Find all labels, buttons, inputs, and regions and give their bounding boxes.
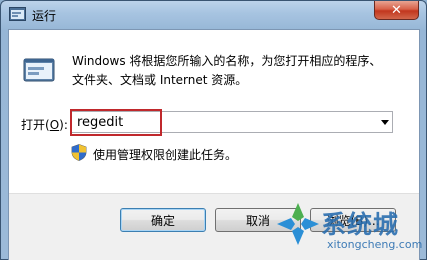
ok-button[interactable]: 确定 [120, 208, 206, 232]
run-dialog-window: 运行 ✕ Windows 将根据您所输入的名称，为您打开相应的程序、 文件夹、文… [0, 0, 427, 260]
close-button[interactable]: ✕ [374, 1, 419, 20]
watermark-site: xitongcheng.com [327, 238, 423, 251]
description-line-2: 文件夹、文档或 Internet 资源。 [72, 73, 248, 87]
run-dialog-icon [23, 58, 55, 82]
watermark-brand: 系统城 [321, 210, 400, 239]
description: Windows 将根据您所输入的名称，为您打开相应的程序、 文件夹、文档或 In… [72, 52, 412, 90]
highlight-box [70, 109, 162, 136]
title-bar[interactable]: 运行 ✕ [1, 1, 426, 27]
open-label-accesskey: O [49, 118, 60, 132]
watermark-logo-icon [277, 203, 319, 245]
description-line-1: Windows 将根据您所输入的名称，为您打开相应的程序、 [72, 54, 382, 68]
close-icon: ✕ [391, 2, 402, 18]
admin-note: 使用管理权限创建此任务。 [93, 148, 238, 162]
run-app-icon [9, 7, 26, 21]
window-title: 运行 [32, 9, 57, 23]
watermark: 系统城 xitongcheng.com [273, 197, 427, 260]
open-label: 打开(O): [21, 118, 68, 132]
uac-shield-icon [71, 144, 87, 161]
dropdown-arrow-icon[interactable] [381, 120, 389, 125]
